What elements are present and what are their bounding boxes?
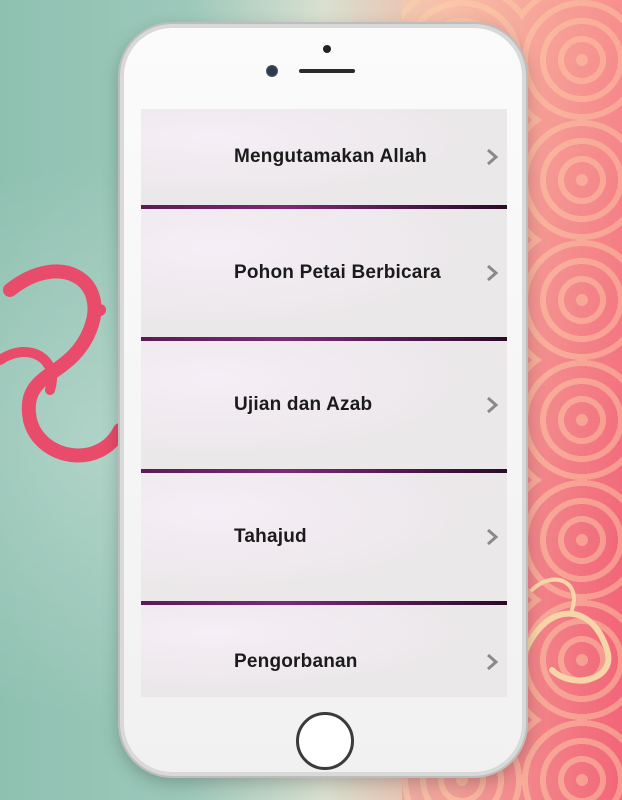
menu-item-mengutamakan-allah[interactable]: Mengutamakan Allah (141, 109, 507, 205)
front-sensor (323, 45, 331, 53)
chevron-right-icon (487, 264, 499, 282)
chevron-right-icon (487, 528, 499, 546)
phone-screen: Mengutamakan Allah Pohon Petai Berbicara… (141, 109, 507, 697)
calligraphy-decoration-right (519, 577, 612, 684)
chevron-right-icon (487, 148, 499, 166)
menu-item-pohon-petai-berbicara[interactable]: Pohon Petai Berbicara (141, 209, 507, 337)
menu-item-label: Pengorbanan (234, 651, 358, 673)
chevron-right-icon (487, 653, 499, 671)
menu-item-label: Pohon Petai Berbicara (234, 262, 441, 283)
home-button[interactable] (296, 712, 354, 770)
menu-item-label: Mengutamakan Allah (234, 146, 427, 167)
phone-frame: Mengutamakan Allah Pohon Petai Berbicara… (120, 24, 526, 776)
menu-item-label: Tahajud (234, 526, 307, 547)
chevron-right-icon (487, 396, 499, 414)
menu-item-pengorbanan[interactable]: Pengorbanan (141, 605, 507, 697)
menu-item-tahajud[interactable]: Tahajud (141, 473, 507, 601)
earpiece-speaker (299, 69, 355, 73)
menu-item-ujian-dan-azab[interactable]: Ujian dan Azab (141, 341, 507, 469)
menu-item-label: Ujian dan Azab (234, 394, 373, 415)
calligraphy-decoration-left (0, 264, 127, 463)
front-camera (266, 65, 278, 77)
